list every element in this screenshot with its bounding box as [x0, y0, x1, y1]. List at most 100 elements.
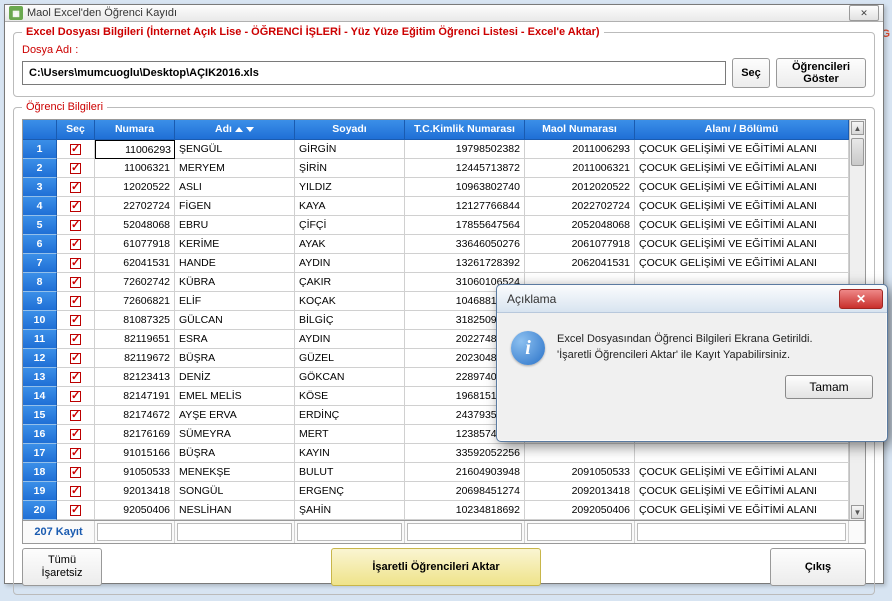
filter-adi[interactable]: [175, 521, 295, 543]
column-header[interactable]: Alanı / Bölümü: [635, 120, 849, 140]
row-index[interactable]: 19: [23, 482, 57, 501]
row-index[interactable]: 16: [23, 425, 57, 444]
cell-alan[interactable]: ÇOCUK GELİŞİMİ VE EĞİTİMİ ALANI: [635, 463, 849, 482]
row-checkbox[interactable]: [57, 330, 95, 349]
cell-maol[interactable]: 2011006321: [525, 159, 635, 178]
cell-adi[interactable]: GÜLCAN: [175, 311, 295, 330]
cell-maol[interactable]: 2061077918: [525, 235, 635, 254]
cell-adi[interactable]: AYŞE ERVA: [175, 406, 295, 425]
cell-numara[interactable]: 91050533: [95, 463, 175, 482]
row-checkbox[interactable]: [57, 482, 95, 501]
cell-adi[interactable]: HANDE: [175, 254, 295, 273]
cell-numara[interactable]: 92050406: [95, 501, 175, 520]
cell-adi[interactable]: ASLI: [175, 178, 295, 197]
row-checkbox[interactable]: [57, 349, 95, 368]
column-header[interactable]: Soyadı: [295, 120, 405, 140]
row-checkbox[interactable]: [57, 444, 95, 463]
cell-soyadi[interactable]: MERT: [295, 425, 405, 444]
cell-numara[interactable]: 11006293: [95, 140, 175, 159]
cell-numara[interactable]: 82176169: [95, 425, 175, 444]
column-header[interactable]: Seç: [57, 120, 95, 140]
cell-maol[interactable]: 2022702724: [525, 197, 635, 216]
row-checkbox[interactable]: [57, 140, 95, 159]
cell-adi[interactable]: NESLİHAN: [175, 501, 295, 520]
cell-numara[interactable]: 82174672: [95, 406, 175, 425]
cell-numara[interactable]: 12020522: [95, 178, 175, 197]
dialog-close-button[interactable]: ✕: [839, 289, 883, 309]
cell-soyadi[interactable]: KÖSE: [295, 387, 405, 406]
cell-numara[interactable]: 82147191: [95, 387, 175, 406]
cell-adi[interactable]: FİGEN: [175, 197, 295, 216]
cell-numara[interactable]: 11006321: [95, 159, 175, 178]
row-index[interactable]: 17: [23, 444, 57, 463]
row-index[interactable]: 11: [23, 330, 57, 349]
row-index[interactable]: 10: [23, 311, 57, 330]
row-checkbox[interactable]: [57, 273, 95, 292]
cell-soyadi[interactable]: ERGENÇ: [295, 482, 405, 501]
cell-adi[interactable]: SÜMEYRA: [175, 425, 295, 444]
cell-soyadi[interactable]: GÖKCAN: [295, 368, 405, 387]
cell-tc[interactable]: 21604903948: [405, 463, 525, 482]
cell-tc[interactable]: 33592052256: [405, 444, 525, 463]
row-index[interactable]: 6: [23, 235, 57, 254]
cell-alan[interactable]: ÇOCUK GELİŞİMİ VE EĞİTİMİ ALANI: [635, 140, 849, 159]
cell-numara[interactable]: 61077918: [95, 235, 175, 254]
cell-soyadi[interactable]: BİLGİÇ: [295, 311, 405, 330]
cell-soyadi[interactable]: AYAK: [295, 235, 405, 254]
row-index[interactable]: 20: [23, 501, 57, 520]
cell-adi[interactable]: KÜBRA: [175, 273, 295, 292]
row-checkbox[interactable]: [57, 311, 95, 330]
row-checkbox[interactable]: [57, 501, 95, 520]
cell-tc[interactable]: 13261728392: [405, 254, 525, 273]
row-index[interactable]: 2: [23, 159, 57, 178]
cell-tc[interactable]: 12445713872: [405, 159, 525, 178]
cell-adi[interactable]: MERYEM: [175, 159, 295, 178]
cell-maol[interactable]: 2011006293: [525, 140, 635, 159]
cell-adi[interactable]: SONGÜL: [175, 482, 295, 501]
cell-soyadi[interactable]: ŞAHİN: [295, 501, 405, 520]
row-index[interactable]: 4: [23, 197, 57, 216]
row-checkbox[interactable]: [57, 368, 95, 387]
row-checkbox[interactable]: [57, 463, 95, 482]
cell-tc[interactable]: 33646050276: [405, 235, 525, 254]
cell-soyadi[interactable]: GÜZEL: [295, 349, 405, 368]
row-checkbox[interactable]: [57, 197, 95, 216]
cell-alan[interactable]: ÇOCUK GELİŞİMİ VE EĞİTİMİ ALANI: [635, 216, 849, 235]
cell-alan[interactable]: ÇOCUK GELİŞİMİ VE EĞİTİMİ ALANI: [635, 197, 849, 216]
transfer-selected-button[interactable]: İşaretli Öğrencileri Aktar: [331, 548, 541, 586]
cell-adi[interactable]: ŞENGÜL: [175, 140, 295, 159]
cell-soyadi[interactable]: ŞİRİN: [295, 159, 405, 178]
cell-soyadi[interactable]: ÇİFÇİ: [295, 216, 405, 235]
cell-soyadi[interactable]: YILDIZ: [295, 178, 405, 197]
cell-tc[interactable]: 10963802740: [405, 178, 525, 197]
cell-soyadi[interactable]: AYDIN: [295, 254, 405, 273]
cell-maol[interactable]: 2092050406: [525, 501, 635, 520]
cell-maol[interactable]: [525, 444, 635, 463]
row-checkbox[interactable]: [57, 159, 95, 178]
row-checkbox[interactable]: [57, 235, 95, 254]
cell-numara[interactable]: 72606821: [95, 292, 175, 311]
cell-alan[interactable]: ÇOCUK GELİŞİMİ VE EĞİTİMİ ALANI: [635, 501, 849, 520]
cell-soyadi[interactable]: KAYIN: [295, 444, 405, 463]
cell-numara[interactable]: 81087325: [95, 311, 175, 330]
cell-numara[interactable]: 82119651: [95, 330, 175, 349]
cell-alan[interactable]: ÇOCUK GELİŞİMİ VE EĞİTİMİ ALANI: [635, 178, 849, 197]
cell-alan[interactable]: ÇOCUK GELİŞİMİ VE EĞİTİMİ ALANI: [635, 159, 849, 178]
exit-button[interactable]: Çıkış: [770, 548, 866, 586]
cell-alan[interactable]: ÇOCUK GELİŞİMİ VE EĞİTİMİ ALANI: [635, 254, 849, 273]
column-header[interactable]: Maol Numarası: [525, 120, 635, 140]
cell-adi[interactable]: ELİF: [175, 292, 295, 311]
row-index[interactable]: 5: [23, 216, 57, 235]
cell-maol[interactable]: 2062041531: [525, 254, 635, 273]
cell-soyadi[interactable]: BULUT: [295, 463, 405, 482]
row-checkbox[interactable]: [57, 292, 95, 311]
show-students-button[interactable]: Öğrencileri Göster: [776, 58, 866, 88]
row-index[interactable]: 12: [23, 349, 57, 368]
file-path-input[interactable]: [22, 61, 726, 85]
cell-maol[interactable]: 2092013418: [525, 482, 635, 501]
cell-soyadi[interactable]: KOÇAK: [295, 292, 405, 311]
cell-soyadi[interactable]: KAYA: [295, 197, 405, 216]
row-index[interactable]: 9: [23, 292, 57, 311]
cell-adi[interactable]: EMEL MELİS: [175, 387, 295, 406]
cell-maol[interactable]: 2052048068: [525, 216, 635, 235]
